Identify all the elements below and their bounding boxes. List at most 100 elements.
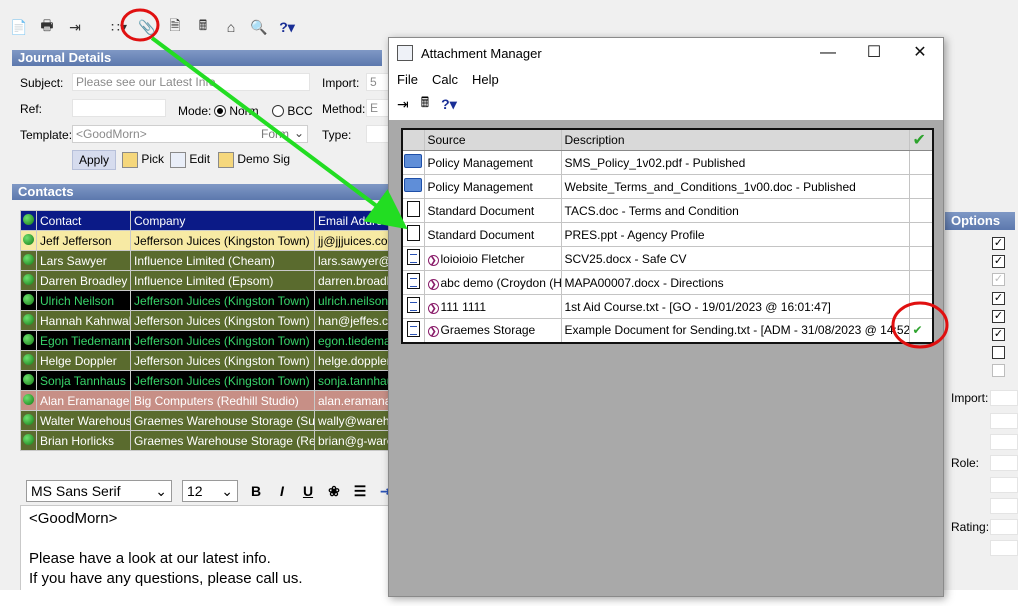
home-icon[interactable]: ⌂ xyxy=(220,16,242,38)
options-field[interactable] xyxy=(990,498,1018,514)
options-import-field[interactable] xyxy=(990,390,1018,406)
chevron-down-icon: ⌄ xyxy=(221,482,233,499)
option-checkbox[interactable] xyxy=(992,346,1005,359)
search-icon[interactable]: 🔍 xyxy=(248,16,270,38)
status-dot-icon xyxy=(23,313,34,325)
bold-button[interactable]: B xyxy=(248,483,264,499)
close-button[interactable]: ✕ xyxy=(897,38,943,68)
contact-row[interactable]: Walter Warehouse Graemes Warehouse Storag… xyxy=(20,410,391,431)
contact-row[interactable]: Helge Doppler Jefferson Juices (Kingston … xyxy=(20,350,391,371)
type-field[interactable] xyxy=(366,125,390,143)
contact-cell: Darren Broadley xyxy=(36,270,131,291)
underline-button[interactable]: U xyxy=(300,483,316,499)
options-role-field[interactable] xyxy=(990,455,1018,471)
contact-row[interactable]: Ulrich Neilson Jefferson Juices (Kingston… xyxy=(20,290,391,311)
italic-button[interactable]: I xyxy=(274,483,290,499)
source-column-header[interactable]: Source xyxy=(423,128,562,151)
option-checkbox[interactable]: ✓ xyxy=(992,310,1005,323)
attachment-row[interactable]: Standard Document TACS.doc - Terms and Co… xyxy=(401,198,934,223)
calculator-icon[interactable]: 🖩 xyxy=(192,16,214,38)
description-cell: PRES.ppt - Agency Profile xyxy=(560,222,910,247)
email-column-header[interactable]: Email Address xyxy=(314,210,391,231)
contact-row[interactable]: Darren Broadley Influence Limited (Epsom)… xyxy=(20,270,391,291)
options-field[interactable] xyxy=(990,434,1018,450)
font-size-select[interactable]: 12 ⌄ xyxy=(182,480,238,502)
option-checkbox[interactable]: ✓ xyxy=(992,237,1005,250)
book-icon xyxy=(404,178,423,192)
contact-row[interactable]: Egon Tiedemann Jefferson Juices (Kingston… xyxy=(20,330,391,351)
mode-normal-radio[interactable]: Norm xyxy=(214,104,259,118)
word-document-icon[interactable]: 🗎 xyxy=(164,16,186,38)
attach-checkbox[interactable] xyxy=(908,222,934,247)
contact-row[interactable]: Brian Horlicks Graemes Warehouse Storage … xyxy=(20,430,391,451)
option-checkbox[interactable]: ✓ xyxy=(992,273,1005,286)
import-field[interactable]: 5 xyxy=(366,73,390,91)
attach-checkbox[interactable] xyxy=(908,270,934,295)
exit-icon[interactable]: ⇥ xyxy=(397,96,409,113)
options-rating-field[interactable] xyxy=(990,519,1018,535)
attach-checkbox[interactable] xyxy=(908,150,934,175)
attach-checkbox[interactable] xyxy=(908,246,934,271)
contact-row[interactable]: Sonja Tannhaus Jefferson Juices (Kingston… xyxy=(20,370,391,391)
apply-button[interactable]: Apply xyxy=(72,150,116,170)
help-icon[interactable]: ?▾ xyxy=(441,96,457,113)
attachment-row[interactable]: ❯ Graemes Storage Example Document for Sen… xyxy=(401,318,934,343)
method-field[interactable]: E xyxy=(366,99,390,117)
option-checkbox[interactable]: ✓ xyxy=(992,328,1005,341)
chevron-down-icon: ⌄ xyxy=(155,482,167,499)
template-combo[interactable]: <GoodMorn> Form ⌄ xyxy=(72,125,308,143)
help-icon[interactable]: ?▾ xyxy=(276,16,298,38)
option-checkbox[interactable]: ✓ xyxy=(992,292,1005,305)
contact-row[interactable]: Hannah Kahnwald Jefferson Juices (Kingsto… xyxy=(20,310,391,331)
select-all-check-icon[interactable]: ✔ xyxy=(908,128,934,151)
calculator-icon[interactable]: 🖩 xyxy=(421,92,429,116)
font-name-select[interactable]: MS Sans Serif ⌄ xyxy=(26,480,172,502)
menu-help[interactable]: Help xyxy=(472,72,499,87)
attach-checkbox[interactable] xyxy=(908,174,934,199)
attachment-row[interactable]: Policy Management SMS_Policy_1v02.pdf - P… xyxy=(401,150,934,175)
attachment-row[interactable]: Standard Document PRES.ppt - Agency Profi… xyxy=(401,222,934,247)
maximize-button[interactable]: ☐ xyxy=(851,38,897,68)
email-cell: lars.sawyer@influ xyxy=(314,250,391,271)
company-cell: Jefferson Juices (Kingston Town) xyxy=(130,330,315,351)
minimize-button[interactable]: — xyxy=(805,38,851,68)
attachment-row[interactable]: ❯ 111 1111 1st Aid Course.txt - [GO - 19/0… xyxy=(401,294,934,319)
company-column-header[interactable]: Company xyxy=(130,210,315,231)
attach-checkbox[interactable] xyxy=(908,198,934,223)
subject-input[interactable]: Please see our Latest Info xyxy=(72,73,310,91)
menu-file[interactable]: File xyxy=(397,72,418,87)
options-field[interactable] xyxy=(990,540,1018,556)
source-cell: ❯ Graemes Storage xyxy=(423,318,562,343)
message-editor[interactable]: <GoodMorn> Please have a look at our lat… xyxy=(20,505,400,590)
option-checkbox[interactable]: ✓ xyxy=(992,255,1005,268)
attach-checkbox[interactable] xyxy=(908,294,934,319)
new-record-icon[interactable]: 📄 xyxy=(8,16,30,38)
exit-icon[interactable]: ⇥ xyxy=(64,16,86,38)
attachment-paperclip-icon[interactable]: 📎 xyxy=(136,16,158,38)
bullet-list-icon[interactable]: ☰ xyxy=(352,483,368,500)
contact-row[interactable]: Alan Eramanager Big Computers (Redhill St… xyxy=(20,390,391,411)
option-checkbox[interactable] xyxy=(992,364,1005,377)
attachment-row[interactable]: Policy Management Website_Terms_and_Condi… xyxy=(401,174,934,199)
color-picker-icon[interactable]: ❀ xyxy=(326,483,342,500)
attachments-header-row: Source Description ✔ xyxy=(401,128,934,151)
view-options-icon[interactable]: ∷▾ xyxy=(108,16,130,38)
options-field[interactable] xyxy=(990,477,1018,493)
attachment-row[interactable]: ❯abc demo (Croydon (Hq))MAPA00007.docx -… xyxy=(401,270,934,295)
edit-button[interactable]: Edit xyxy=(170,152,210,168)
pick-button[interactable]: Pick xyxy=(122,152,164,168)
mode-bcc-radio[interactable]: BCC xyxy=(272,104,313,118)
options-field[interactable] xyxy=(990,413,1018,429)
contact-row[interactable]: Jeff Jefferson Jefferson Juices (Kingston… xyxy=(20,230,391,251)
attachment-row[interactable]: ❯ loioioio Fletcher SCV25.docx - Safe CV xyxy=(401,246,934,271)
ref-input[interactable] xyxy=(72,99,166,117)
contact-column-header[interactable]: Contact xyxy=(36,210,131,231)
file-icon-cell xyxy=(401,246,425,271)
contact-row[interactable]: Lars Sawyer Influence Limited (Cheam) lars… xyxy=(20,250,391,271)
demo-sig-button[interactable]: Demo Sig xyxy=(218,152,290,168)
print-icon[interactable]: 🖶 xyxy=(36,16,58,38)
attach-checkbox[interactable]: ✔ xyxy=(908,318,934,343)
description-column-header[interactable]: Description xyxy=(560,128,910,151)
contact-cell: Alan Eramanager xyxy=(36,390,131,411)
menu-calc[interactable]: Calc xyxy=(432,72,458,87)
